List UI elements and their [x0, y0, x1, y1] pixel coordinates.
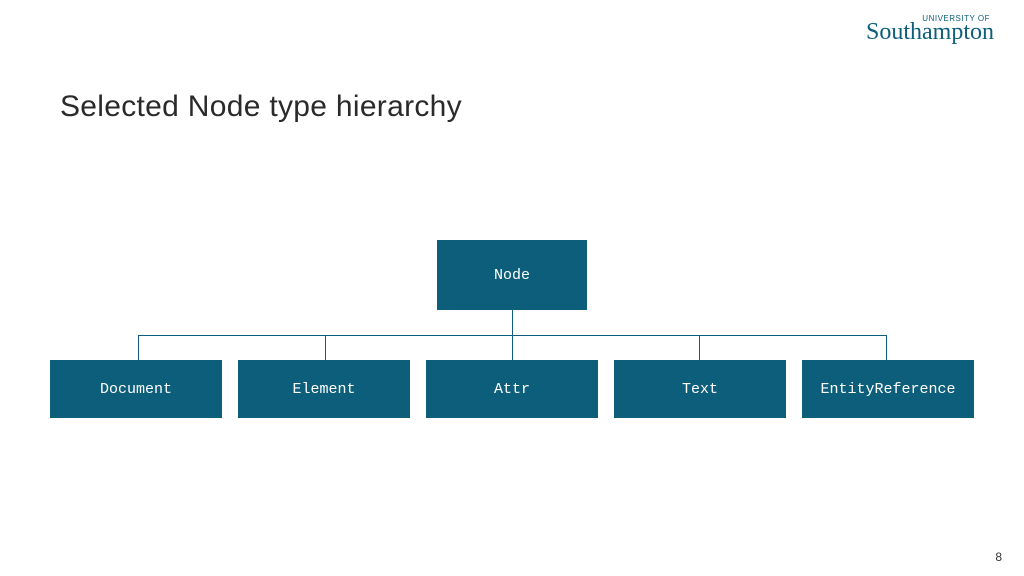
page-number: 8	[995, 550, 1002, 564]
university-logo: UNIVERSITY OF Southampton	[866, 14, 994, 46]
child-node-element: Element	[238, 360, 410, 418]
root-node: Node	[437, 240, 587, 310]
child-node-attr: Attr	[426, 360, 598, 418]
connector-lines	[50, 310, 974, 360]
child-node-text: Text	[614, 360, 786, 418]
child-node-entityreference: EntityReference	[802, 360, 974, 418]
child-nodes-row: Document Element Attr Text EntityReferen…	[50, 360, 974, 418]
hierarchy-diagram: Node Document Element Attr Text EntityRe…	[50, 240, 974, 418]
logo-main: Southampton	[866, 19, 994, 46]
child-node-document: Document	[50, 360, 222, 418]
slide-title: Selected Node type hierarchy	[60, 90, 462, 124]
